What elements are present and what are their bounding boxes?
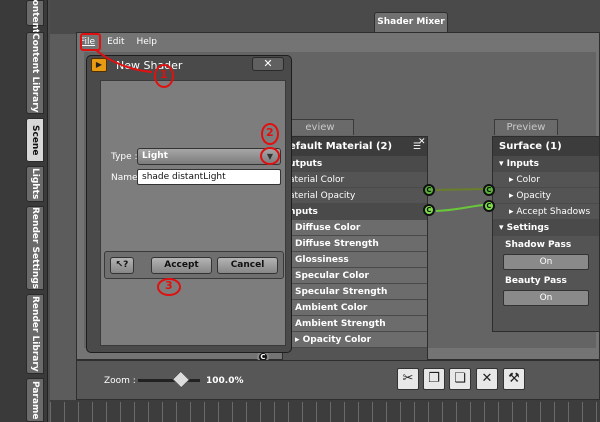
- annotation-arrow: [95, 49, 153, 73]
- annotation-circle-arrow: [260, 147, 280, 165]
- annotation-strokes: [95, 49, 280, 296]
- annotation-number-2: 2: [266, 126, 274, 139]
- annotation-number-1: 1: [160, 68, 168, 81]
- annotation-number-3: 3: [165, 279, 173, 292]
